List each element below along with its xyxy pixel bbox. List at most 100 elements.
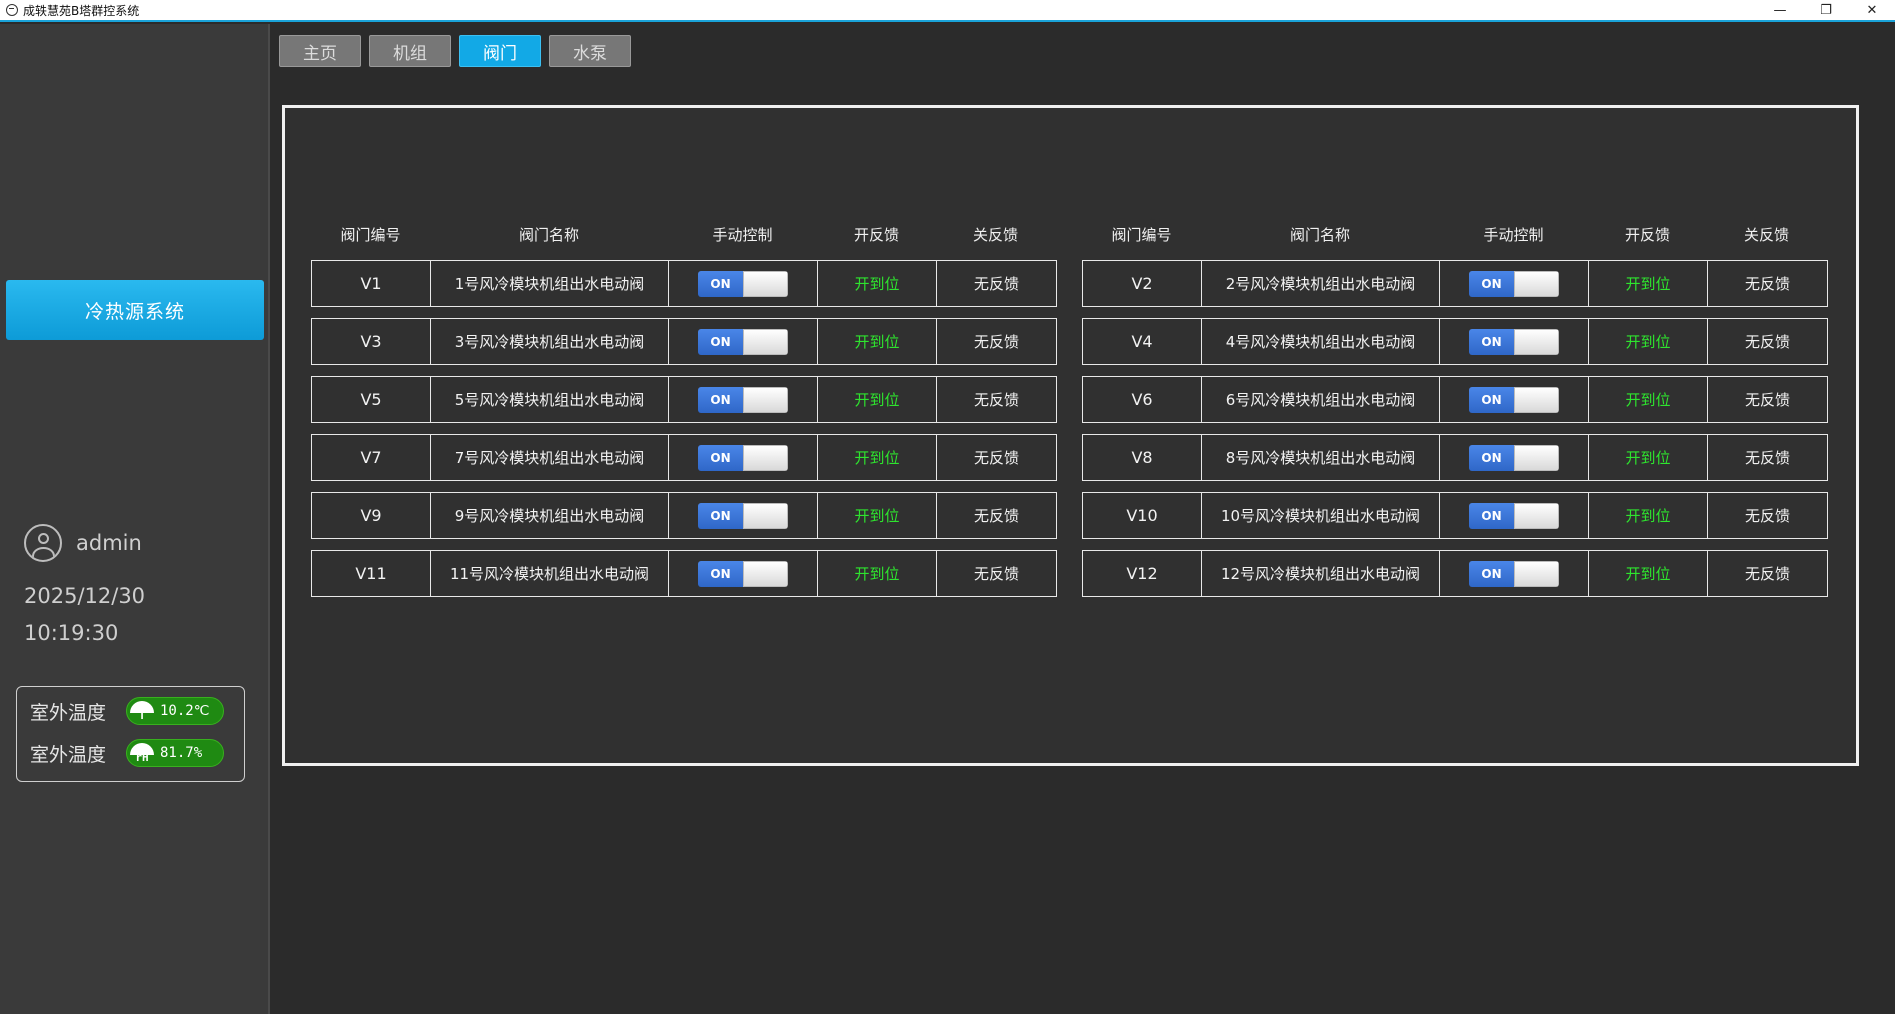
manual-control-cell: ON [1440,319,1589,364]
manual-control-toggle[interactable]: ON [698,560,788,587]
close-button[interactable]: ✕ [1849,0,1895,20]
valve-name: 11号风冷模块机组出水电动阀 [431,551,669,596]
tab-valves[interactable]: 阀门 [459,35,541,67]
close-feedback: 无反馈 [1744,275,1790,293]
open-feedback: 开到位 [818,261,937,306]
header-valve-name: 阀门名称 [518,225,579,244]
valve-name: 1号风冷模块机组出水电动阀 [431,261,669,306]
close-feedback: 无反馈 [973,449,1019,467]
toggle-knob[interactable] [1514,502,1559,529]
valve-code: V4 [1083,319,1202,364]
valve-code: V6 [1083,377,1202,422]
cold-heat-source-system-button[interactable]: 冷热源系统 [6,280,264,340]
open-feedback: 开到位 [1589,493,1708,538]
manual-control-toggle[interactable]: ON [698,386,788,413]
table-row: V4 4号风冷模块机组出水电动阀 ON 开到位 无反馈 [1082,318,1828,365]
open-feedback: 开到位 [1589,435,1708,480]
toggle-on-label: ON [1469,502,1514,529]
manual-control-cell: ON [1440,493,1589,538]
app-logo-icon [6,4,18,16]
close-feedback: 无反馈 [973,333,1019,351]
manual-control-toggle[interactable]: ON [1469,444,1559,471]
toggle-on-label: ON [1469,270,1514,297]
manual-control-toggle[interactable]: ON [1469,328,1559,355]
valve-code: V3 [312,319,431,364]
toggle-on-label: ON [1469,386,1514,413]
toggle-knob[interactable] [743,502,788,529]
toggle-knob[interactable] [743,560,788,587]
valve-code: V12 [1083,551,1202,596]
toggle-knob[interactable] [743,444,788,471]
valve-name: 9号风冷模块机组出水电动阀 [431,493,669,538]
table-row: V6 6号风冷模块机组出水电动阀 ON 开到位 无反馈 [1082,376,1828,423]
outdoor-temperature-row: 室外温度 T 10.2℃ [30,697,224,725]
header-valve-code: 阀门编号 [340,225,401,244]
manual-control-toggle[interactable]: ON [1469,270,1559,297]
tab-units[interactable]: 机组 [369,35,451,67]
open-feedback: 开到位 [1589,551,1708,596]
manual-control-cell: ON [1440,551,1589,596]
manual-control-toggle[interactable]: ON [698,444,788,471]
toggle-on-label: ON [1469,444,1514,471]
restore-button[interactable]: ❐ [1803,0,1849,20]
toggle-knob[interactable] [1514,328,1559,355]
valve-table-right: 阀门编号 阀门名称 手动控制 开反馈 关反馈 V2 2号风冷模块机组出水电动阀 ON 开到位 无反… [1082,220,1828,597]
manual-control-toggle[interactable]: ON [1469,386,1559,413]
table-row: V3 3号风冷模块机组出水电动阀 ON 开到位 无反馈 [311,318,1057,365]
valve-name: 2号风冷模块机组出水电动阀 [1202,261,1440,306]
toggle-knob[interactable] [1514,270,1559,297]
main-tabs: 主页 机组 阀门 水泵 [279,35,639,67]
open-feedback: 开到位 [1589,377,1708,422]
user-info: admin [24,524,142,562]
open-feedback: 开到位 [1589,319,1708,364]
window-controls: — ❐ ✕ [1757,0,1895,20]
toggle-knob[interactable] [743,328,788,355]
header-close-feedback: 关反馈 [972,225,1018,244]
current-date: 2025/12/30 [24,584,146,608]
outdoor-temperature-label: 室外温度 [30,701,107,724]
valve-code: V2 [1083,261,1202,306]
valve-name: 4号风冷模块机组出水电动阀 [1202,319,1440,364]
manual-control-cell: ON [669,493,818,538]
weather-panel: 室外温度 T 10.2℃ 室外温度 rH 81.7% [16,686,245,782]
toggle-knob[interactable] [1514,386,1559,413]
thermometer-gauge-icon: T [130,699,154,723]
toggle-on-label: ON [698,444,743,471]
toggle-knob[interactable] [743,386,788,413]
header-manual-control: 手动控制 [712,225,773,244]
header-valve-code: 阀门编号 [1111,225,1172,244]
valve-code: V11 [312,551,431,596]
toggle-on-label: ON [698,502,743,529]
username: admin [76,531,142,555]
manual-control-toggle[interactable]: ON [698,270,788,297]
open-feedback: 开到位 [818,319,937,364]
valve-name: 10号风冷模块机组出水电动阀 [1202,493,1440,538]
outdoor-humidity-label: 室外温度 [30,743,107,766]
manual-control-cell: ON [669,261,818,306]
minimize-button[interactable]: — [1757,0,1803,20]
manual-control-toggle[interactable]: ON [698,328,788,355]
manual-control-toggle[interactable]: ON [1469,560,1559,587]
table-row: V9 9号风冷模块机组出水电动阀 ON 开到位 无反馈 [311,492,1057,539]
humidity-gauge-icon: rH [130,741,154,765]
header-close-feedback: 关反馈 [1743,225,1789,244]
toggle-on-label: ON [1469,328,1514,355]
valve-name: 12号风冷模块机组出水电动阀 [1202,551,1440,596]
table-row: V2 2号风冷模块机组出水电动阀 ON 开到位 无反馈 [1082,260,1828,307]
manual-control-toggle[interactable]: ON [1469,502,1559,529]
valve-name: 8号风冷模块机组出水电动阀 [1202,435,1440,480]
valve-table-left: 阀门编号 阀门名称 手动控制 开反馈 关反馈 V1 1号风冷模块机组出水电动阀 ON 开到位 无反… [311,220,1057,597]
table-header: 阀门编号 阀门名称 手动控制 开反馈 关反馈 [1082,220,1828,248]
manual-control-cell: ON [669,377,818,422]
manual-control-toggle[interactable]: ON [698,502,788,529]
open-feedback: 开到位 [818,435,937,480]
tab-pumps[interactable]: 水泵 [549,35,631,67]
toggle-knob[interactable] [1514,444,1559,471]
toggle-knob[interactable] [1514,560,1559,587]
header-manual-control: 手动控制 [1483,225,1544,244]
valve-panel: 阀门编号 阀门名称 手动控制 开反馈 关反馈 V1 1号风冷模块机组出水电动阀 ON 开到位 无反… [282,105,1859,766]
tab-home[interactable]: 主页 [279,35,361,67]
toggle-on-label: ON [698,270,743,297]
close-feedback: 无反馈 [973,391,1019,409]
toggle-knob[interactable] [743,270,788,297]
